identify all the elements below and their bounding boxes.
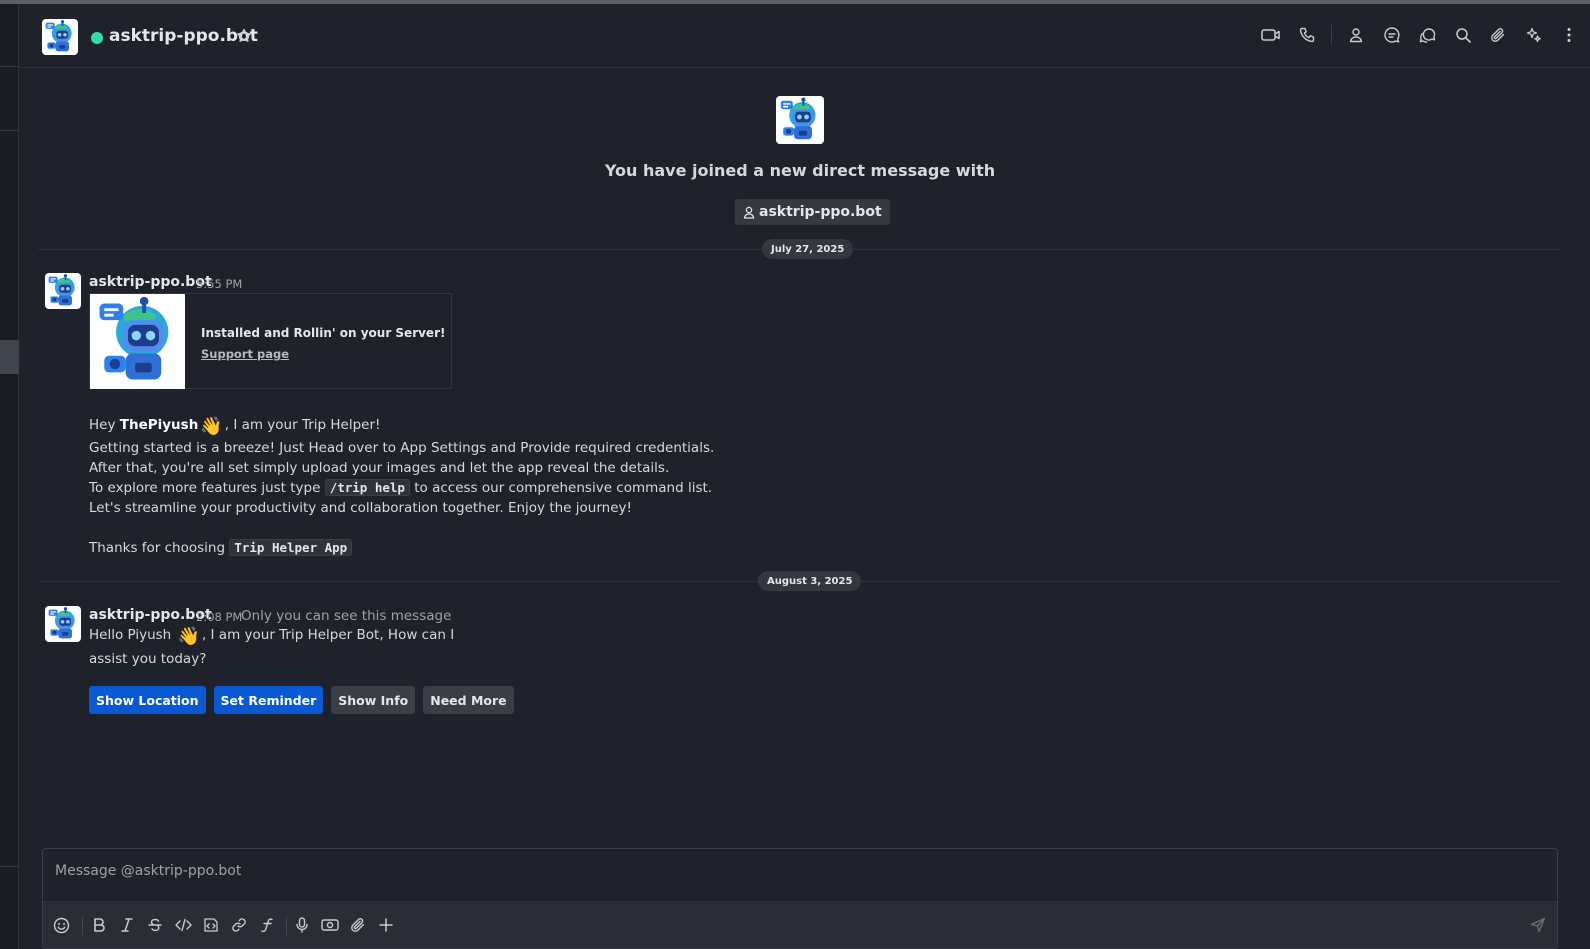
room-header: asktrip-ppo.bot (19, 4, 1590, 68)
mention-chip-label: asktrip-ppo.bot (759, 204, 882, 220)
message-time: 5:55 PM (196, 277, 243, 291)
show-location-button[interactable]: Show Location (89, 686, 206, 714)
attachment-thumbnail[interactable] (90, 294, 185, 389)
wave-emoji: 👋 (177, 626, 200, 647)
message-line: Thanks for choosing Trip Helper App (89, 539, 353, 556)
favorite-star-icon[interactable] (236, 28, 252, 44)
message-line: assist you today? (89, 651, 207, 667)
mention-chip[interactable]: asktrip-ppo.bot (735, 199, 890, 225)
support-page-link[interactable]: Support page (201, 347, 289, 361)
set-reminder-button[interactable]: Set Reminder (213, 686, 324, 714)
message-line: Let's streamline your productivity and c… (89, 500, 632, 516)
toolbar-separator (286, 917, 287, 935)
bot-avatar-image (776, 96, 824, 144)
microphone-icon[interactable] (291, 914, 313, 936)
need-more-button[interactable]: Need More (423, 686, 514, 714)
attachment-title: Installed and Rollin' on your Server! (201, 326, 446, 340)
discussions-icon[interactable] (1416, 24, 1438, 46)
search-icon[interactable] (1452, 24, 1474, 46)
sidebar-selected-item[interactable] (0, 340, 19, 374)
strikethrough-icon[interactable] (144, 914, 166, 936)
toolbar-separator (82, 917, 83, 935)
wave-emoji: 👋 (200, 416, 223, 437)
formula-icon[interactable] (256, 914, 278, 936)
bold-icon[interactable] (88, 914, 110, 936)
message-line: Hey ThePiyush 👋, I am your Trip Helper! (89, 416, 380, 437)
room-avatar[interactable] (42, 19, 78, 55)
greet-suffix: , I am your Trip Helper! (224, 417, 381, 433)
inline-code: /trip help (324, 479, 410, 496)
send-icon[interactable] (1527, 914, 1549, 936)
inline-code: Trip Helper App (229, 539, 353, 556)
code-icon[interactable] (172, 914, 194, 936)
message-author[interactable]: asktrip-ppo.bot (89, 274, 212, 290)
bot-avatar-image (45, 606, 81, 642)
sidebar-edge (0, 4, 19, 949)
greet-prefix: Hey (89, 417, 120, 433)
ephemeral-note: Only you can see this message (241, 608, 452, 624)
intro-text: You have joined a new direct message wit… (604, 161, 996, 180)
plus-icon[interactable] (375, 914, 397, 936)
date-pill: August 3, 2025 (758, 571, 862, 591)
bot-illustration (90, 294, 185, 389)
message-avatar[interactable] (45, 606, 81, 642)
date-pill: July 27, 2025 (762, 239, 854, 259)
message-line: Hello Piyush 👋, I am your Trip Helper Bo… (89, 626, 454, 647)
message-line: To explore more features just type /trip… (89, 479, 713, 496)
message-composer (42, 848, 1558, 949)
bot-avatar-image (42, 19, 78, 55)
room-main: asktrip-ppo.bot You have joined a new di… (19, 4, 1590, 949)
user-info-icon[interactable] (1345, 24, 1367, 46)
message-line: Getting started is a breeze! Just Head o… (89, 440, 715, 456)
action-buttons: Show Location Set Reminder Show Info Nee… (89, 686, 522, 714)
thanks-prefix: Thanks for choosing (89, 540, 230, 556)
emoji-icon[interactable] (50, 914, 72, 936)
kebab-menu-icon[interactable] (1558, 24, 1580, 46)
line4-suffix: to access our comprehensive command list… (409, 480, 713, 496)
phone-icon[interactable] (1296, 24, 1318, 46)
italic-icon[interactable] (116, 914, 138, 936)
greet-name: ThePiyush (119, 417, 199, 433)
line4-prefix: To explore more features just type (89, 480, 325, 496)
message-author[interactable]: asktrip-ppo.bot (89, 607, 212, 623)
sidebar-divider (0, 130, 19, 131)
message-avatar[interactable] (45, 273, 81, 309)
message-time: 2:08 PM (196, 610, 243, 624)
video-message-icon[interactable] (319, 914, 341, 936)
video-call-icon[interactable] (1260, 24, 1282, 46)
apps-icon[interactable] (1523, 24, 1545, 46)
line1-prefix: Hello Piyush (89, 627, 176, 643)
bot-avatar-image (45, 273, 81, 309)
sidebar-divider (0, 66, 19, 67)
code-block-icon[interactable] (200, 914, 222, 936)
intro-bot-avatar (776, 96, 824, 144)
show-info-button[interactable]: Show Info (331, 686, 416, 714)
online-status-dot (91, 32, 103, 44)
sidebar-divider (0, 866, 19, 867)
composer-toolbar (43, 901, 1557, 948)
message-line: After that, you're all set simply upload… (89, 460, 670, 476)
message-attachment-card: Installed and Rollin' on your Server! Su… (89, 293, 452, 389)
message-input[interactable] (55, 863, 1455, 879)
threads-icon[interactable] (1381, 24, 1403, 46)
line1-suffix: , I am your Trip Helper Bot, How can I (201, 627, 455, 643)
header-separator (1330, 25, 1332, 45)
attachments-icon[interactable] (1487, 24, 1509, 46)
user-icon (743, 206, 755, 219)
header-toolbar (1247, 24, 1581, 46)
attach-icon[interactable] (347, 914, 369, 936)
link-icon[interactable] (228, 914, 250, 936)
